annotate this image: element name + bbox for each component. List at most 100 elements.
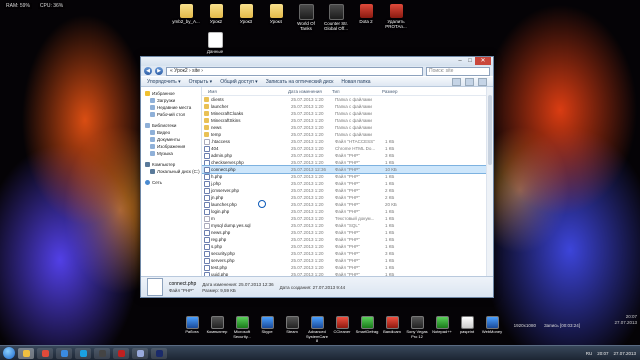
dock-item[interactable]: Advanced SystemCare 8 (305, 316, 329, 344)
nav-item[interactable]: Изображения (141, 143, 201, 150)
folder-icon (204, 97, 209, 102)
column-header[interactable]: Имя (202, 89, 288, 94)
taskbar-app-notepad[interactable] (132, 347, 148, 359)
back-button[interactable]: ◀ (144, 67, 152, 75)
nav-item[interactable]: Компьютер (141, 161, 201, 168)
file-row[interactable]: checkserver.php 25.07.2013 1:20 Файл "PHP"… (202, 159, 493, 166)
explorer-window[interactable]: – □ ✕ ◀ ▶ « Урок2 › site › Поиск: site У… (140, 56, 494, 298)
file-row[interactable]: mysql dump.yes.sql 25.07.2013 1:20 Файл "S… (202, 222, 493, 229)
maximize-button[interactable]: □ (465, 57, 475, 65)
file-row[interactable]: connect.php 25.07.2013 12:36 Файл "PHP" 10 … (202, 165, 493, 174)
file-row[interactable]: launcher 25.07.2013 1:20 Папка с файлами (202, 103, 493, 110)
file-row[interactable]: news 25.07.2013 1:20 Папка с файлами (202, 124, 493, 131)
toolbar-button[interactable]: Общий доступ ▾ (220, 79, 258, 85)
column-header[interactable]: Размер (382, 89, 422, 94)
desktop-clock: 20:07 27.07.2013 (614, 314, 637, 326)
desktop-icon[interactable]: ymb2_by_A... (172, 2, 200, 31)
file-row[interactable]: reg.php 25.07.2013 1:20 Файл "PHP" 1 КБ (202, 236, 493, 243)
file-type: Папка с файлами (335, 97, 372, 102)
file-row[interactable]: clients 25.07.2013 1:20 Папка с файлами (202, 96, 493, 103)
close-button[interactable]: ✕ (475, 57, 491, 65)
file-row[interactable]: h.php 25.07.2013 1:20 Файл "PHP" 1 КБ (202, 173, 493, 180)
file-row[interactable]: login.php 25.07.2013 1:20 Файл "PHP" 1 КБ (202, 208, 493, 215)
desktop-icon[interactable]: World Of Tanks (292, 2, 320, 31)
desktop-icon-dannye[interactable]: Данные (201, 30, 229, 54)
nav-item[interactable]: Сеть (141, 179, 201, 186)
dock-item[interactable]: Bandicam (380, 316, 404, 344)
minimize-button[interactable]: – (455, 57, 465, 65)
taskbar-app-skype[interactable] (75, 347, 91, 359)
file-row[interactable]: MinecraftCloaks 25.07.2013 1:20 Папка с фа… (202, 110, 493, 117)
desktop-icon-label: Урок4 (269, 19, 283, 24)
tray-date[interactable]: 27.07.2013 (613, 351, 636, 356)
file-row[interactable]: MinecraftSkins 25.07.2013 1:20 Папка с фай… (202, 117, 493, 124)
column-header[interactable]: Тип (332, 89, 382, 94)
file-row[interactable]: s.php 25.07.2013 1:20 Файл "PHP" 1 КБ (202, 243, 493, 250)
dock-item[interactable]: Работа (180, 316, 204, 344)
nav-item[interactable]: Избранное (141, 90, 201, 97)
toolbar-button[interactable]: Записать на оптический диск (266, 79, 334, 85)
dock-item[interactable]: WebMoney (480, 316, 504, 344)
taskbar-app-photoshop[interactable] (151, 347, 167, 359)
file-row[interactable]: m 25.07.2013 1:20 Текстовый докум... 1 КБ (202, 215, 493, 222)
dock-item[interactable]: pasprint (455, 316, 479, 344)
nav-item[interactable]: Загрузки (141, 97, 201, 104)
file-row[interactable]: security.php 25.07.2013 1:20 Файл "PHP" 3 К… (202, 250, 493, 257)
file-row[interactable]: launcher.php 25.07.2013 1:20 Файл "PHP" 20 … (202, 201, 493, 208)
start-button[interactable] (3, 347, 15, 359)
file-size: 20 КБ (385, 202, 397, 207)
nav-item[interactable]: Библиотеки (141, 122, 201, 129)
nav-item[interactable]: Музыка (141, 150, 201, 157)
file-row[interactable]: j.php 25.07.2013 1:20 Файл "PHP" 1 КБ (202, 180, 493, 187)
help-icon[interactable] (478, 77, 487, 86)
nav-item[interactable]: Документы (141, 136, 201, 143)
file-name: test.php (211, 265, 228, 270)
file-row[interactable]: temp 25.07.2013 1:20 Папка с файлами (202, 131, 493, 138)
desktop-icon[interactable]: Удалить PROTAn... (382, 2, 410, 31)
desktop-icon[interactable]: Урок2 (202, 2, 230, 31)
tray-time[interactable]: 20:07 (597, 351, 608, 356)
taskbar-app-explorer[interactable] (18, 347, 34, 359)
file-row[interactable]: admin.php 25.07.2013 1:20 Файл "PHP" 3 КБ (202, 152, 493, 159)
file-row[interactable]: .htaccess 25.07.2013 1:20 Файл "HTACCESS" 1… (202, 138, 493, 145)
desktop-icon[interactable]: Урок3 (232, 2, 260, 31)
dock-item[interactable]: Steam (280, 316, 304, 344)
view-options-icon[interactable] (452, 77, 461, 86)
toolbar-button[interactable]: Упорядочить ▾ (147, 79, 181, 85)
taskbar-app-chrome[interactable] (37, 347, 53, 359)
desktop-icon[interactable]: Dota 2 (352, 2, 380, 31)
vertical-scrollbar[interactable] (486, 87, 493, 277)
file-row[interactable]: test.php 25.07.2013 1:20 Файл "PHP" 1 КБ (202, 264, 493, 271)
taskbar-app-steam[interactable] (94, 347, 110, 359)
file-row[interactable]: jn.php 25.07.2013 1:20 Файл "PHP" 2 КБ (202, 194, 493, 201)
title-bar[interactable]: – □ ✕ (141, 57, 493, 66)
taskbar-app-filezilla[interactable] (113, 347, 129, 359)
dock-item[interactable]: Sony Vegas Pro 12 (405, 316, 429, 344)
address-bar[interactable]: « Урок2 › site › (166, 66, 423, 76)
search-input[interactable]: Поиск: site (426, 66, 490, 76)
language-indicator[interactable]: RU (586, 351, 593, 356)
dock-item[interactable]: CCleaner (330, 316, 354, 344)
nav-item[interactable]: Видео (141, 129, 201, 136)
toolbar-button[interactable]: Новая папка (341, 79, 370, 85)
toolbar-button[interactable]: Открыть ▾ (189, 79, 213, 85)
scrollbar-thumb[interactable] (488, 95, 492, 165)
file-row[interactable]: 404 25.07.2013 1:20 Chrome HTML Do... 1 КБ (202, 145, 493, 152)
nav-item[interactable]: Недавние места (141, 104, 201, 111)
dock-item[interactable]: Notepad++ (430, 316, 454, 344)
file-row[interactable]: servers.php 25.07.2013 1:20 Файл "PHP" 1 КБ (202, 257, 493, 264)
dock-item[interactable]: SmartDefrag (355, 316, 379, 344)
desktop-icon[interactable]: Урок4 (262, 2, 290, 31)
nav-item[interactable]: Рабочий стол (141, 111, 201, 118)
file-row[interactable]: news.php 25.07.2013 1:20 Файл "PHP" 1 КБ (202, 229, 493, 236)
preview-pane-icon[interactable] (465, 77, 474, 86)
nav-item[interactable]: Локальный диск (C:) (141, 168, 201, 175)
dock-item[interactable]: Microsoft Security... (230, 316, 254, 344)
dock-item[interactable]: Skype (255, 316, 279, 344)
forward-button[interactable]: ▶ (155, 67, 163, 75)
desktop-icon[interactable]: Counter Str. Global Off... (322, 2, 350, 31)
dock-item[interactable]: Компьютер (205, 316, 229, 344)
taskbar-app-ie[interactable] (56, 347, 72, 359)
file-row[interactable]: jcmserver.php 25.07.2013 1:20 Файл "PHP" 2 … (202, 187, 493, 194)
column-header[interactable]: Дата изменения (288, 89, 332, 94)
